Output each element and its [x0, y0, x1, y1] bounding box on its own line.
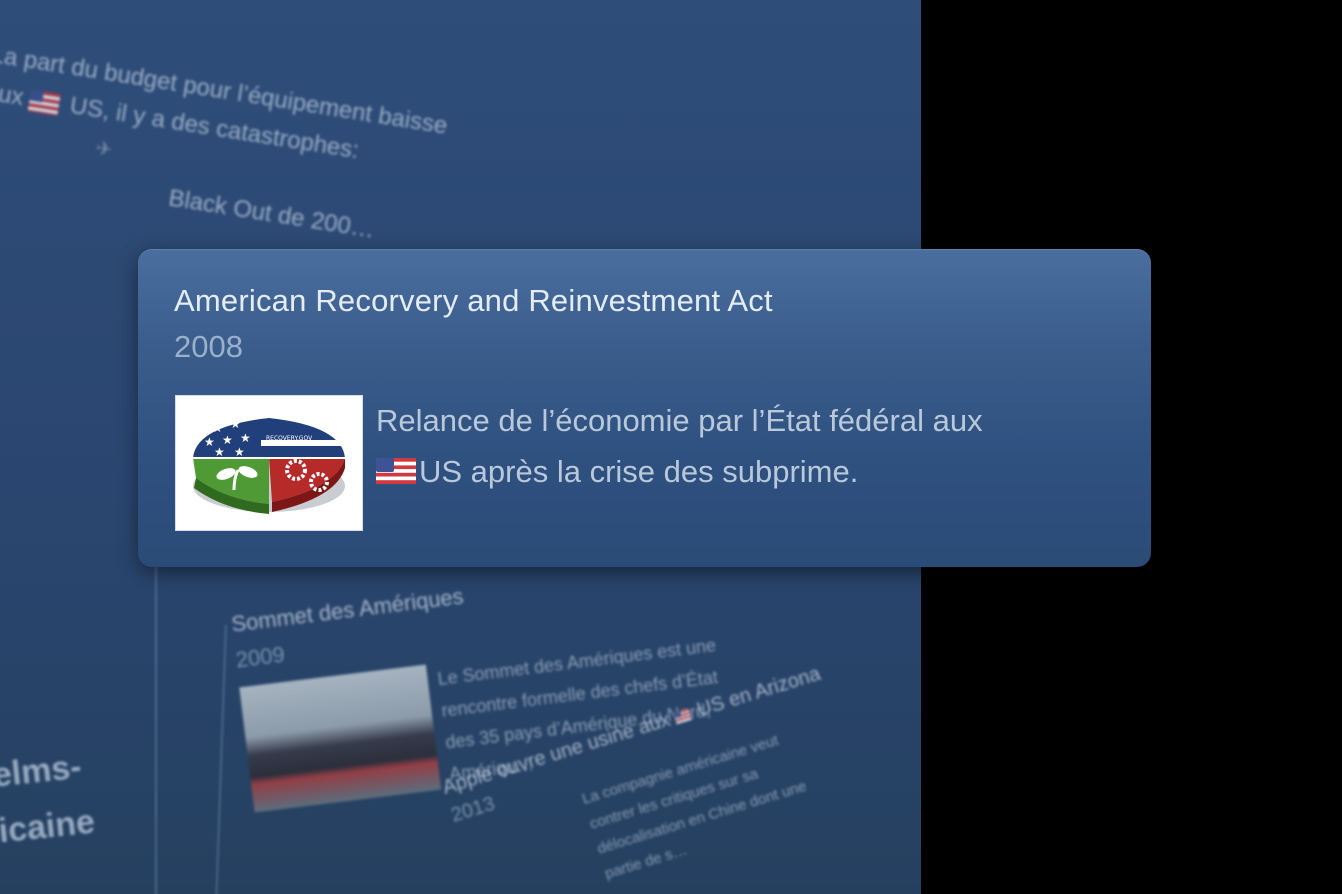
card-thumbnail[interactable]: ★ ★ ★ ★ ★ ★ ★ RECOVERY.GOV — [175, 395, 363, 531]
left-fragment-line-2: icaine — [0, 802, 97, 851]
recovery-gov-logo: ★ ★ ★ ★ ★ ★ ★ RECOVERY.GOV — [193, 417, 345, 514]
timeline-line — [155, 560, 157, 894]
us-flag-icon — [673, 708, 693, 724]
budget-line-2-prefix: aux — [0, 78, 26, 112]
timeline-entry-left-fragment[interactable]: elms- icaine — [0, 738, 98, 859]
timeline-line-secondary — [215, 625, 227, 894]
timeline-entry-budget[interactable]: La part du budget pour l’équipement bais… — [0, 36, 547, 274]
us-flag-icon — [28, 89, 62, 116]
left-fragment-line-1: elms- — [0, 747, 84, 795]
svg-text:★: ★ — [214, 445, 225, 459]
sommet-photo — [239, 664, 442, 813]
event-card[interactable]: American Recorvery and Reinvestment Act … — [138, 249, 1151, 567]
svg-text:★: ★ — [230, 417, 241, 431]
logo-text: RECOVERY.GOV — [266, 435, 313, 442]
svg-text:★: ★ — [240, 431, 251, 445]
svg-text:★: ★ — [234, 445, 245, 459]
card-year: 2008 — [174, 329, 243, 364]
card-title: American Recorvery and Reinvestment Act — [174, 283, 773, 318]
card-description: Relance de l’économie par l’État fédéral… — [376, 395, 1106, 497]
us-flag-icon — [376, 458, 416, 484]
screen: La part du budget pour l’équipement bais… — [0, 0, 1342, 894]
card-description-line-2-text: US après la crise des subprime. — [419, 454, 859, 489]
card-description-line-2: US après la crise des subprime. — [376, 446, 1106, 497]
card-description-line-1: Relance de l’économie par l’État fédéral… — [376, 403, 983, 438]
